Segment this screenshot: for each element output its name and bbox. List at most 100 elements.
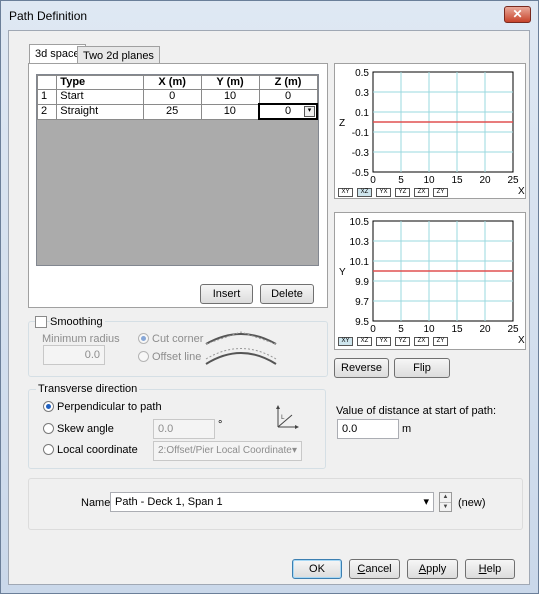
- y-tick-label: 10.5: [350, 217, 370, 228]
- name-spinner[interactable]: ▲ ▼: [439, 492, 452, 512]
- x-tick-label: 10: [423, 175, 435, 186]
- view-button-xy[interactable]: XY: [338, 337, 353, 346]
- apply-label-suffix: pply: [426, 563, 447, 575]
- skew-angle-input: 0.0: [153, 419, 215, 439]
- perpendicular-radio[interactable]: [43, 401, 54, 412]
- y-axis-label: Z: [339, 118, 345, 129]
- x-tick-label: 0: [370, 324, 376, 335]
- flip-button[interactable]: Flip: [394, 358, 450, 378]
- cell-z[interactable]: 0: [258, 89, 318, 105]
- window-title: Path Definition: [9, 9, 88, 23]
- x-tick-label: 5: [398, 324, 404, 335]
- x-axis-label: X: [518, 335, 525, 346]
- y-tick-label: 0.1: [355, 108, 369, 119]
- local-coordinate-radio[interactable]: [43, 444, 54, 455]
- title-bar[interactable]: Path Definition ✕: [0, 0, 539, 30]
- distance-unit: m: [402, 423, 412, 435]
- coordinate-axes-icon: L: [276, 405, 299, 429]
- skew-angle-label: Skew angle: [57, 423, 114, 435]
- name-select[interactable]: Path - Deck 1, Span 1 ▾: [110, 492, 434, 512]
- view-button-yz[interactable]: YZ: [395, 337, 410, 346]
- table-row[interactable]: 2 Straight 25 10 0 ▾: [36, 103, 318, 120]
- degree-symbol: °: [218, 419, 223, 431]
- cut-corner-radio: [138, 333, 149, 344]
- cell-z-value: 0: [284, 105, 292, 117]
- name-value: Path - Deck 1, Span 1: [115, 496, 223, 508]
- table-row[interactable]: 1 Start 0 10 0: [36, 89, 318, 105]
- xz-plot-panel: 0 5 10 15 20 25 0.5 0.3 0.1 -0.1 -0.3 -0.5 X Z: [334, 63, 526, 199]
- column-header-x[interactable]: X (m): [142, 75, 202, 90]
- view-button-xz[interactable]: XZ: [357, 337, 372, 346]
- cell-x[interactable]: 0: [142, 89, 202, 105]
- view-button-yx[interactable]: YX: [376, 188, 391, 197]
- view-button-yx[interactable]: YX: [376, 337, 391, 346]
- view-button-zy[interactable]: ZY: [433, 337, 448, 346]
- view-button-xy[interactable]: XY: [338, 188, 353, 197]
- y-tick-label: 10.1: [350, 257, 370, 268]
- minimum-radius-input: 0.0: [43, 345, 105, 365]
- distance-label: Value of distance at start of path:: [336, 405, 497, 417]
- spin-down-icon[interactable]: ▼: [440, 502, 451, 512]
- row-index: 1: [36, 89, 58, 105]
- spin-up-icon[interactable]: ▲: [440, 493, 451, 502]
- help-button[interactable]: Help: [465, 559, 515, 579]
- column-header-index: [36, 75, 58, 90]
- row-index: 2: [36, 103, 58, 120]
- path-points-grid[interactable]: Type X (m) Y (m) Z (m) 1 Start 0 10 0 2 …: [36, 74, 319, 266]
- cell-type[interactable]: Start: [56, 89, 144, 105]
- delete-button[interactable]: Delete: [260, 284, 314, 304]
- x-tick-label: 20: [479, 324, 491, 335]
- view-button-yz[interactable]: YZ: [395, 188, 410, 197]
- cut-corner-label: Cut corner: [152, 333, 204, 345]
- cell-type[interactable]: Straight: [56, 103, 144, 120]
- local-coordinate-value: 2:Offset/Pier Local Coordinate: [158, 445, 292, 456]
- smoothing-preview-icon: [205, 331, 277, 365]
- column-header-z[interactable]: Z (m): [258, 75, 318, 90]
- smoothing-checkbox[interactable]: [35, 316, 47, 328]
- x-tick-label: 20: [479, 175, 491, 186]
- x-tick-label: 15: [451, 324, 463, 335]
- xz-view-buttons: XY XZ YX YZ ZX ZY: [338, 188, 468, 199]
- distance-input[interactable]: 0.0: [337, 419, 399, 439]
- column-header-y[interactable]: Y (m): [200, 75, 260, 90]
- skew-angle-radio[interactable]: [43, 423, 54, 434]
- apply-button[interactable]: Apply: [407, 559, 458, 579]
- y-axis-label: Y: [339, 267, 346, 278]
- cell-y[interactable]: 10: [200, 103, 260, 120]
- y-tick-label: -0.5: [352, 168, 370, 179]
- smoothing-label: Smoothing: [50, 316, 105, 328]
- ok-button[interactable]: OK: [292, 559, 342, 579]
- column-header-type[interactable]: Type: [56, 75, 144, 90]
- cancel-label-suffix: ancel: [365, 563, 392, 575]
- x-tick-label: 25: [507, 324, 519, 335]
- minimum-radius-label: Minimum radius: [42, 333, 120, 345]
- insert-button[interactable]: Insert: [200, 284, 253, 304]
- dropdown-arrow-icon[interactable]: ▾: [304, 106, 315, 117]
- y-tick-label: -0.1: [352, 128, 370, 139]
- chevron-down-icon[interactable]: ▾: [423, 493, 429, 511]
- view-button-zx[interactable]: ZX: [414, 188, 429, 197]
- local-coordinate-select: 2:Offset/Pier Local Coordinate ▾: [153, 441, 302, 461]
- name-status: (new): [458, 497, 486, 509]
- xz-chart[interactable]: 0 5 10 15 20 250.50.30.1-0.1-0.3-0.5XZ: [335, 64, 525, 198]
- transverse-direction-legend: Transverse direction: [36, 383, 140, 395]
- path-points-table: Type X (m) Y (m) Z (m) 1 Start 0 10 0 2 …: [36, 75, 318, 120]
- close-button[interactable]: ✕: [504, 6, 531, 23]
- xy-chart[interactable]: 0 5 10 15 20 2510.510.310.19.99.79.5XY: [335, 213, 525, 349]
- y-tick-label: 9.7: [355, 297, 369, 308]
- view-button-zy[interactable]: ZY: [433, 188, 448, 197]
- help-accelerator: H: [478, 563, 487, 575]
- xy-plot-panel: 0 5 10 15 20 25 10.5 10.3 10.1 9.9 9.7 9.5 X Y: [334, 212, 526, 350]
- x-tick-label: 15: [451, 175, 463, 186]
- reverse-button[interactable]: Reverse: [334, 358, 389, 378]
- chevron-down-icon: ▾: [291, 445, 297, 456]
- view-button-xz[interactable]: XZ: [357, 188, 372, 197]
- view-button-zx[interactable]: ZX: [414, 337, 429, 346]
- y-tick-label: 0.5: [355, 68, 369, 79]
- cancel-button[interactable]: Cancel: [349, 559, 400, 579]
- cell-x[interactable]: 25: [142, 103, 202, 120]
- svg-text:L: L: [281, 414, 285, 421]
- cell-z-editing[interactable]: 0 ▾: [258, 103, 318, 120]
- xy-view-buttons: XY XZ YX YZ ZX ZY: [338, 337, 468, 348]
- cell-y[interactable]: 10: [200, 89, 260, 105]
